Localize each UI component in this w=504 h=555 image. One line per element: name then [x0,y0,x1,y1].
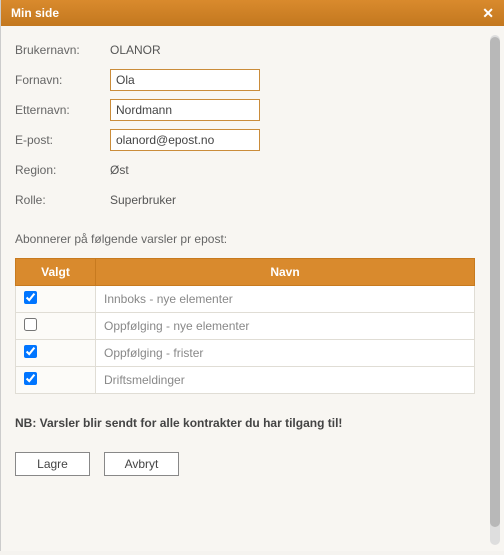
subscription-checkbox[interactable] [24,345,37,358]
value-username: OLANOR [110,43,161,57]
subscription-name: Oppfølging - nye elementer [96,313,475,340]
value-role: Superbruker [110,193,176,207]
row-lastname: Etternavn: [15,98,490,122]
subscription-name: Driftsmeldinger [96,367,475,394]
subscription-checkbox[interactable] [24,318,37,331]
window: Min side ✕ Brukernavn: OLANOR Fornavn: E… [0,0,504,551]
subscription-checkbox[interactable] [24,291,37,304]
subscriptions-heading: Abonnerer på følgende varsler pr epost: [15,232,490,246]
subscription-name: Innboks - nye elementer [96,286,475,313]
subscription-name: Oppfølging - frister [96,340,475,367]
subscriptions-table: Valgt Navn Innboks - nye elementer Oppfø… [15,258,475,394]
row-region: Region: Øst [15,158,490,182]
label-role: Rolle: [15,193,110,207]
row-username: Brukernavn: OLANOR [15,38,490,62]
label-username: Brukernavn: [15,43,110,57]
content-area: Brukernavn: OLANOR Fornavn: Etternavn: E… [1,26,504,551]
label-email: E-post: [15,133,110,147]
warning-text: NB: Varsler blir sendt for alle kontrakt… [15,416,490,430]
firstname-field[interactable] [110,69,260,91]
row-email: E-post: [15,128,490,152]
label-region: Region: [15,163,110,177]
table-row: Oppfølging - nye elementer [16,313,475,340]
button-row: Lagre Avbryt [15,452,490,476]
label-lastname: Etternavn: [15,103,110,117]
close-icon[interactable]: ✕ [482,6,494,20]
cancel-button[interactable]: Avbryt [104,452,179,476]
table-row: Driftsmeldinger [16,367,475,394]
subscription-checkbox[interactable] [24,372,37,385]
value-region: Øst [110,163,129,177]
col-header-selected: Valgt [16,259,96,286]
row-role: Rolle: Superbruker [15,188,490,212]
table-row: Innboks - nye elementer [16,286,475,313]
row-firstname: Fornavn: [15,68,490,92]
col-header-name: Navn [96,259,475,286]
save-button[interactable]: Lagre [15,452,90,476]
label-firstname: Fornavn: [15,73,110,87]
lastname-field[interactable] [110,99,260,121]
email-field[interactable] [110,129,260,151]
table-row: Oppfølging - frister [16,340,475,367]
window-title: Min side [11,6,59,20]
titlebar: Min side ✕ [1,0,504,26]
